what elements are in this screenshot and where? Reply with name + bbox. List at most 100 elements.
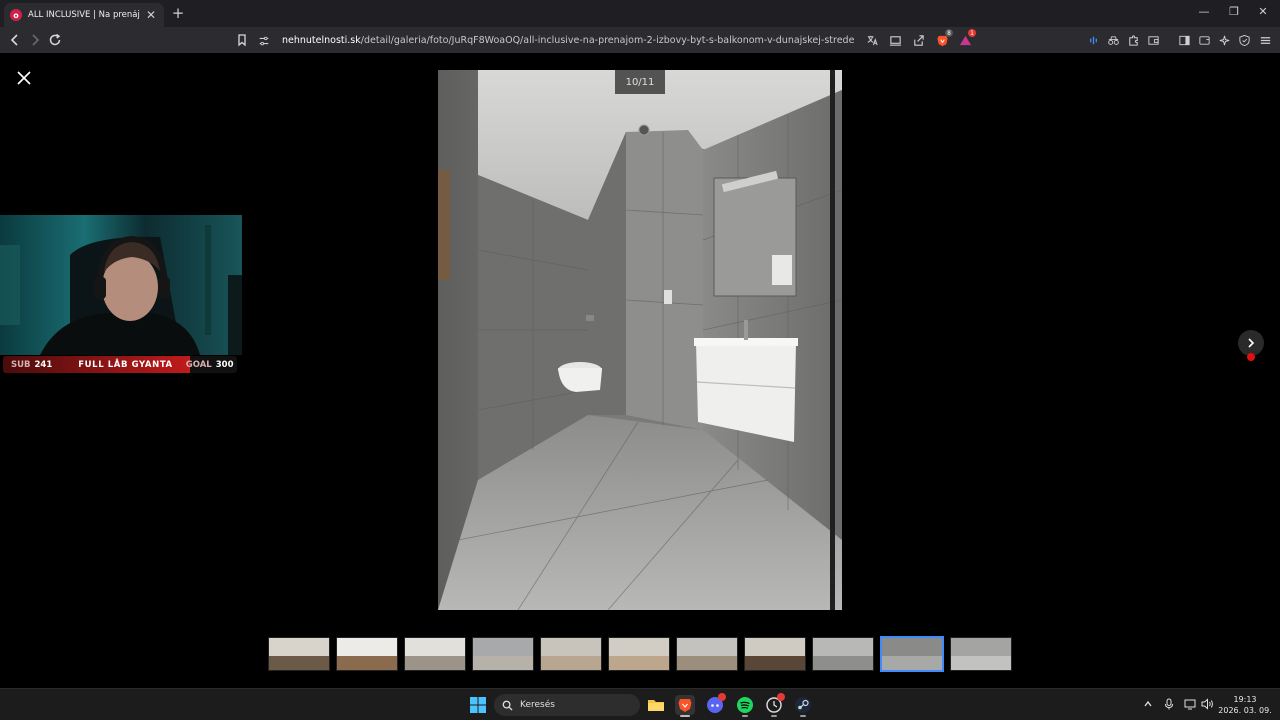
streamer-webcam-overlay: SUB 241 FULL LÅB GYANTA GOAL 300 (0, 215, 242, 373)
thumbnail-1[interactable] (268, 637, 330, 671)
discord-taskbar-button[interactable] (705, 693, 726, 715)
cursor-indicator-dot (1247, 353, 1255, 361)
site-settings-icon[interactable] (256, 33, 272, 49)
brave-lion-icon (678, 699, 692, 712)
running-app-indicator (742, 715, 748, 717)
thumbnail-8[interactable] (744, 637, 806, 671)
brave-shields-button[interactable]: 8 (934, 29, 953, 48)
thumbnail-7[interactable] (676, 637, 738, 671)
share-icon (913, 34, 924, 46)
card-icon (1198, 35, 1210, 45)
minimize-window-button[interactable]: — (1196, 5, 1212, 18)
folder-icon (648, 700, 664, 711)
taskbar-search[interactable]: Keresés (494, 694, 640, 716)
thumbnail-4[interactable] (472, 637, 534, 671)
share-button[interactable] (910, 32, 926, 48)
shield-check-icon (1238, 34, 1250, 46)
network-button[interactable] (1183, 697, 1197, 711)
site-favicon-icon: o (10, 9, 22, 21)
system-clock[interactable]: 19:13 2026. 03. 09. (1216, 694, 1274, 716)
cast-button[interactable] (887, 32, 903, 48)
sub-goal-bar: SUB 241 FULL LÅB GYANTA GOAL 300 (3, 356, 237, 373)
wallet-panel-button[interactable] (1196, 32, 1212, 48)
thumbnail-3[interactable] (404, 637, 466, 671)
gallery-main-photo (438, 70, 842, 610)
thumbnail-11[interactable] (950, 637, 1012, 671)
back-button[interactable] (6, 31, 24, 49)
running-app-indicator (800, 715, 806, 717)
goal-value: 300 (215, 359, 234, 370)
puzzle-icon (1128, 34, 1138, 46)
translate-icon (867, 35, 878, 45)
brave-browser-taskbar-button[interactable] (675, 695, 695, 717)
microphone-icon (1165, 698, 1173, 710)
notification-dot (718, 693, 726, 701)
url-host: nehnutelnosti.sk (282, 35, 361, 46)
clock-date: 2026. 03. 09. (1218, 706, 1272, 715)
brave-rewards-button[interactable]: 1 (957, 29, 976, 48)
thumbnail-10-active[interactable] (880, 636, 944, 672)
steam-taskbar-button[interactable] (793, 695, 813, 717)
close-gallery-button[interactable] (14, 68, 34, 88)
active-app-indicator (680, 715, 690, 717)
bookmark-icon (238, 34, 246, 47)
streamer-figure (0, 225, 242, 355)
start-button[interactable] (468, 695, 488, 715)
extensions-button[interactable] (1125, 32, 1141, 48)
volume-button[interactable] (1200, 697, 1214, 711)
close-icon (17, 71, 31, 85)
rewards-badge: 1 (968, 29, 976, 37)
chevron-right-icon (1248, 338, 1255, 348)
new-tab-button[interactable]: + (170, 4, 186, 22)
file-explorer-button[interactable] (646, 695, 666, 715)
photo-counter: 10/11 (615, 70, 665, 94)
vpn-button[interactable] (1236, 32, 1252, 48)
forward-button[interactable] (26, 31, 44, 49)
browser-toolbar: nehnutelnosti.sk/detail/galeria/foto/JuR… (0, 27, 1280, 53)
running-app-indicator (771, 715, 777, 717)
sidebar-toggle-button[interactable] (1176, 32, 1192, 48)
thumbnail-strip (268, 636, 1012, 673)
bathroom-photo (438, 70, 842, 610)
sub-label: SUB (11, 359, 31, 370)
windows-logo-icon (470, 697, 486, 713)
maximize-window-button[interactable]: ❐ (1226, 5, 1242, 18)
chevron-right-icon (32, 34, 40, 46)
wallet-button[interactable] (1145, 32, 1161, 48)
tab-title: ALL INCLUSIVE | Na prenájom 2- (28, 10, 140, 20)
read-aloud-button[interactable] (1085, 32, 1101, 48)
thumbnail-9[interactable] (812, 637, 874, 671)
wallet-icon (1147, 35, 1159, 45)
close-tab-icon[interactable]: ✕ (144, 8, 158, 22)
thumbnail-5[interactable] (540, 637, 602, 671)
shields-count-badge: 8 (945, 29, 953, 37)
browser-tab[interactable]: o ALL INCLUSIVE | Na prenájom 2- ✕ (4, 3, 164, 27)
notification-dot (777, 693, 785, 701)
bookmark-button[interactable] (233, 31, 251, 49)
show-hidden-icons-button[interactable] (1141, 697, 1155, 711)
spotify-icon (737, 697, 753, 713)
thumbnail-6[interactable] (608, 637, 670, 671)
monitor-network-icon (1184, 699, 1196, 710)
sub-count: 241 (34, 359, 53, 370)
main-menu-button[interactable] (1257, 32, 1273, 48)
thumbnail-2[interactable] (336, 637, 398, 671)
goal-title: FULL LÅB GYANTA (78, 359, 173, 370)
search-icon (502, 700, 513, 711)
spotify-taskbar-button[interactable] (735, 695, 755, 717)
leo-ai-button[interactable] (1216, 32, 1232, 48)
steam-icon (795, 697, 811, 713)
search-label: Keresés (520, 700, 555, 710)
speaker-icon (1201, 698, 1213, 710)
url-text: nehnutelnosti.sk/detail/galeria/foto/JuR… (282, 35, 854, 46)
private-window-button[interactable] (1105, 32, 1121, 48)
webcam-video (0, 215, 242, 355)
close-window-button[interactable]: ✕ (1255, 5, 1271, 18)
microphone-button[interactable] (1162, 697, 1176, 711)
app-taskbar-button[interactable] (764, 693, 785, 717)
reload-button[interactable] (46, 31, 64, 49)
sidebar-icon (1178, 35, 1190, 45)
goal-label: GOAL (185, 359, 212, 370)
translate-button[interactable] (864, 32, 880, 48)
cast-icon (889, 35, 901, 46)
